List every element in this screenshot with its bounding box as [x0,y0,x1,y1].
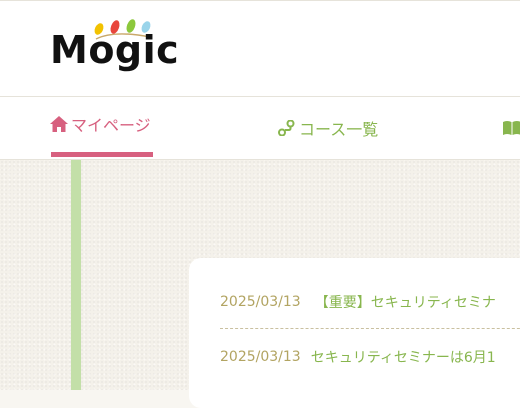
news-date: 2025/03/13 [220,349,301,365]
nav-item-label: コース一覧 [299,120,379,139]
news-item[interactable]: 2025/03/13 【重要】セキュリティセミナ [220,291,496,313]
news-card [189,258,520,408]
news-divider [220,328,520,329]
nav-item-courses[interactable]: コース一覧 [278,97,378,159]
nav-item-mypage[interactable]: マイページ [50,93,151,155]
news-item[interactable]: 2025/03/13 セキュリティセミナーは6月1 [220,346,496,368]
mogic-logo[interactable]: Mogic [50,17,179,79]
news-date: 2025/03/13 [220,294,301,310]
nav-item-books[interactable] [503,97,520,159]
nav-item-label: マイページ [71,116,151,135]
home-icon [50,116,68,132]
book-icon [503,120,520,136]
logo-text: Mogic [50,28,180,72]
news-title-link[interactable]: 【重要】セキュリティセミナ [315,292,496,312]
site-header: Mogic [0,0,520,97]
route-icon [278,120,296,136]
news-title-link[interactable]: セキュリティセミナーは6月1 [311,347,496,367]
active-tab-indicator [51,152,153,157]
timeline-bar [71,160,81,390]
main-nav: マイページ コース一覧 [0,97,520,160]
